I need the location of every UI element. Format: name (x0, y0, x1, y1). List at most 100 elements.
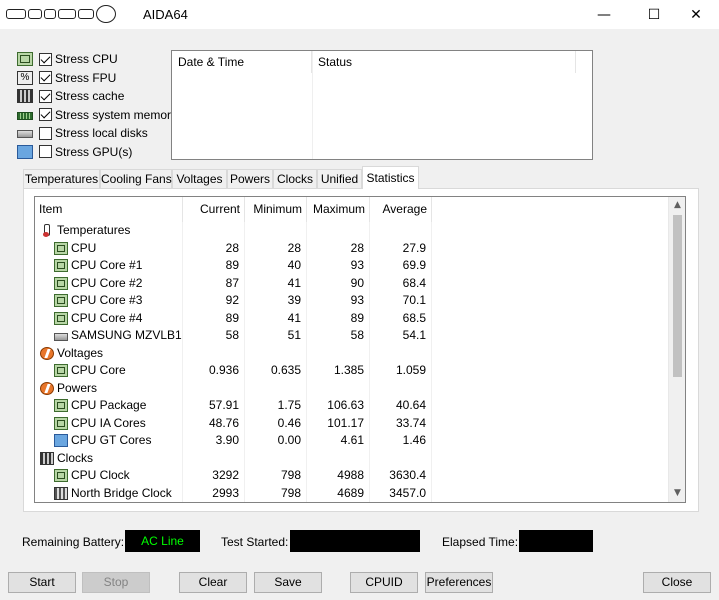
stress-gpu-checkbox[interactable] (39, 145, 52, 158)
stress-gpu-option[interactable]: Stress GPU(s) (17, 143, 177, 161)
stress-cpu-option[interactable]: Stress CPU (17, 50, 177, 68)
group-row[interactable]: Temperatures (35, 222, 669, 240)
table-row[interactable]: North Bridge Clock 2993 798 4689 3457.0 (35, 484, 669, 502)
stress-fpu-option[interactable]: % Stress FPU (17, 69, 177, 87)
col-minimum-header[interactable]: Minimum (245, 197, 307, 222)
tab-cooling-fans[interactable]: Cooling Fans (100, 169, 172, 188)
table-row[interactable]: CPU 28 28 28 27.9 (35, 239, 669, 257)
preferences-button[interactable]: Preferences (425, 572, 493, 593)
northbridge-icon (54, 486, 68, 500)
stress-fpu-checkbox[interactable] (39, 71, 52, 84)
row-current-value: 92 (183, 292, 245, 310)
table-row[interactable]: CPU Clock 3292 798 4988 3630.4 (35, 467, 669, 485)
log-header-status[interactable]: Status (312, 51, 576, 73)
scroll-thumb[interactable] (673, 215, 682, 377)
row-item-name: Clocks (35, 449, 183, 467)
log-column-divider (312, 51, 313, 159)
tab-unified[interactable]: Unified (317, 169, 362, 188)
close-window-button[interactable]: ✕ (673, 0, 719, 30)
row-average-value: 54.1 (370, 327, 432, 345)
col-average-header[interactable]: Average (370, 197, 432, 222)
table-row[interactable]: SAMSUNG MZVLB1T...58515854.1 (35, 327, 669, 345)
row-item-name: CPU Core #4 (35, 309, 183, 327)
table-row[interactable]: CPU Core #2 87 41 90 68.4 (35, 274, 669, 292)
row-item-name: CPU IA Cores (35, 414, 183, 432)
stress-cpu-checkbox[interactable] (39, 52, 52, 66)
tab-powers[interactable]: Powers (227, 169, 273, 188)
close-button[interactable]: Close (643, 572, 711, 593)
row-item-label: CPU Core #1 (71, 258, 143, 272)
row-current-value: 3292 (183, 467, 245, 485)
table-row[interactable]: CPU GT Cores 3.90 0.00 4.61 1.46 (35, 432, 669, 450)
gpu-icon (54, 434, 68, 448)
group-row[interactable]: Voltages (35, 344, 669, 362)
row-minimum-value: 39 (245, 292, 307, 310)
row-item-name: CPU Core #2 (35, 274, 183, 292)
mobile01-logo (6, 4, 118, 24)
row-current-value: 3.90 (183, 432, 245, 450)
group-row[interactable]: Powers (35, 379, 669, 397)
minimize-button[interactable]: — (581, 0, 627, 30)
remaining-battery-label: Remaining Battery: (22, 535, 125, 549)
row-average-value: 69.9 (370, 257, 432, 275)
stress-log-list[interactable]: Date & Time Status (171, 50, 593, 160)
stop-button[interactable]: Stop (82, 572, 150, 593)
chip-icon (54, 416, 68, 430)
scroll-up-arrow-icon[interactable]: ▲ (669, 197, 685, 214)
row-item-label: CPU GT Cores (71, 433, 152, 447)
percent-chip-icon: % (17, 70, 33, 85)
row-current-value: 89 (183, 257, 245, 275)
save-button[interactable]: Save (254, 572, 322, 593)
row-item-label: SAMSUNG MZVLB1T... (71, 328, 182, 342)
row-item-name: North Bridge Clock (35, 484, 183, 502)
tab-temperatures[interactable]: Temperatures (23, 169, 100, 188)
bolt-icon (40, 346, 54, 360)
row-item-label: CPU Package (71, 398, 147, 412)
row-maximum-value: 106.63 (307, 397, 370, 415)
cpuid-button[interactable]: CPUID (350, 572, 418, 593)
clear-button[interactable]: Clear (179, 572, 247, 593)
tab-clocks[interactable]: Clocks (273, 169, 317, 188)
stress-cache-option[interactable]: Stress cache (17, 87, 177, 105)
table-row[interactable]: CPU Core #4 89 41 89 68.5 (35, 309, 669, 327)
row-average-value: 3630.4 (370, 467, 432, 485)
table-row[interactable]: CPU Core 0.936 0.635 1.385 1.059 (35, 362, 669, 380)
start-button[interactable]: Start (8, 572, 76, 593)
row-item-label: Temperatures (57, 223, 131, 237)
row-average-value: 33.74 (370, 414, 432, 432)
col-maximum-header[interactable]: Maximum (307, 197, 370, 222)
grid-vertical-scrollbar[interactable]: ▲ ▼ (668, 197, 685, 502)
col-current-header[interactable]: Current (183, 197, 245, 222)
scroll-down-arrow-icon[interactable]: ▼ (669, 485, 685, 502)
disk-drive-icon (17, 130, 33, 138)
row-average-value: 3457.0 (370, 484, 432, 502)
row-maximum-value: 4.61 (307, 432, 370, 450)
tab-voltages[interactable]: Voltages (172, 169, 227, 188)
table-row[interactable]: CPU Core #3 92 39 93 70.1 (35, 292, 669, 310)
stress-disks-option[interactable]: Stress local disks (17, 124, 177, 142)
maximize-button[interactable]: ☐ (631, 0, 677, 30)
table-row[interactable]: CPU Core #1 89 40 93 69.9 (35, 257, 669, 275)
stress-disks-checkbox[interactable] (39, 126, 52, 140)
row-item-label: Voltages (57, 345, 104, 360)
row-item-label: CPU (71, 240, 97, 255)
tab-statistics[interactable]: Statistics (362, 166, 419, 189)
stress-disks-label: Stress local disks (55, 126, 148, 140)
chip-icon (54, 241, 68, 255)
stress-memory-checkbox[interactable] (38, 108, 52, 121)
stress-memory-option[interactable]: Stress system memory (17, 106, 177, 124)
row-average-value: 68.4 (370, 274, 432, 292)
col-item-header[interactable]: Item (35, 197, 183, 222)
row-current-value (183, 379, 245, 397)
statistics-grid[interactable]: Item Current Minimum Maximum Average Tem… (34, 196, 686, 503)
row-average-value: 27.9 (370, 239, 432, 257)
stress-cache-checkbox[interactable] (39, 89, 52, 103)
row-current-value: 57.91 (183, 397, 245, 415)
group-row[interactable]: Clocks (35, 449, 669, 467)
log-header-datetime[interactable]: Date & Time (172, 51, 312, 73)
row-average-value (370, 379, 432, 397)
table-row[interactable]: CPU IA Cores 48.76 0.46 101.17 33.74 (35, 414, 669, 432)
stress-gpu-label: Stress GPU(s) (55, 144, 133, 159)
test-started-value (290, 530, 420, 552)
table-row[interactable]: CPU Package 57.91 1.75 106.63 40.64 (35, 397, 669, 415)
